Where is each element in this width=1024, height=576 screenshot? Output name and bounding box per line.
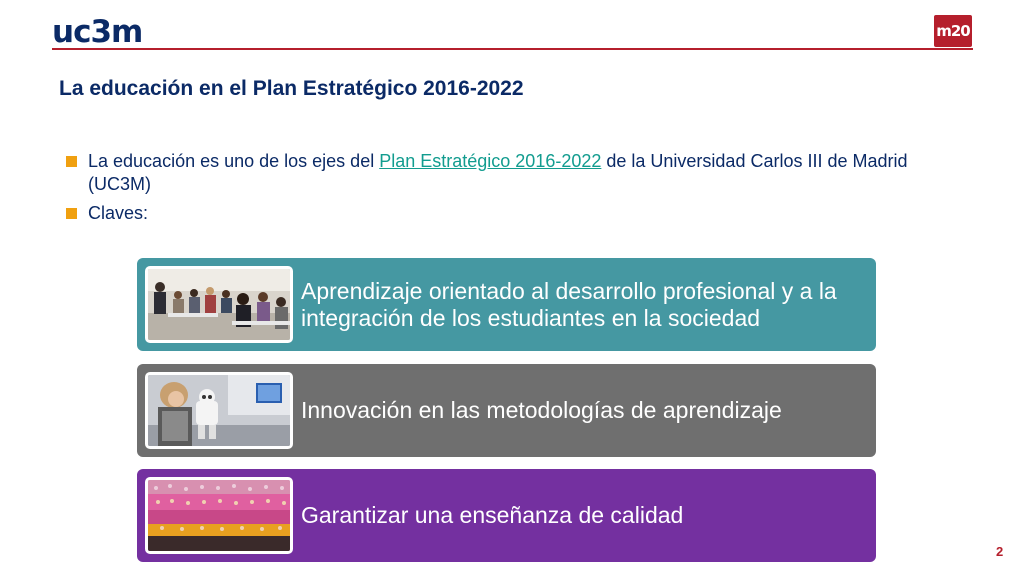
- bullet-list: La educación es uno de los ejes del Plan…: [66, 150, 966, 231]
- page-title: La educación en el Plan Estratégico 2016…: [59, 77, 524, 100]
- anniversary-logo: m20: [934, 15, 972, 47]
- square-bullet-icon: [66, 208, 77, 219]
- header-divider: [52, 48, 973, 50]
- plan-estrategico-link[interactable]: Plan Estratégico 2016-2022: [379, 151, 601, 171]
- card-text: Garantizar una enseñanza de calidad: [301, 502, 684, 528]
- page-number: 2: [996, 544, 1004, 559]
- key-card-quality: Garantizar una enseñanza de calidad: [137, 469, 876, 562]
- uc3m-logo: uc3m: [52, 14, 143, 50]
- graduation-crowd-photo: [145, 477, 293, 554]
- robot-lab-photo: [145, 372, 293, 449]
- classroom-photo: [145, 266, 293, 343]
- card-text: Innovación en las metodologías de aprend…: [301, 397, 782, 423]
- bullet-item: La educación es uno de los ejes del Plan…: [66, 150, 966, 196]
- square-bullet-icon: [66, 156, 77, 167]
- card-text: Aprendizaje orientado al desarrollo prof…: [301, 277, 837, 331]
- bullet-text: Claves:: [88, 203, 149, 223]
- bullet-text: La educación es uno de los ejes del: [88, 151, 380, 171]
- bullet-item: Claves:: [66, 202, 966, 225]
- key-card-innovation: Innovación en las metodologías de aprend…: [137, 364, 876, 457]
- key-card-professional-development: Aprendizaje orientado al desarrollo prof…: [137, 258, 876, 351]
